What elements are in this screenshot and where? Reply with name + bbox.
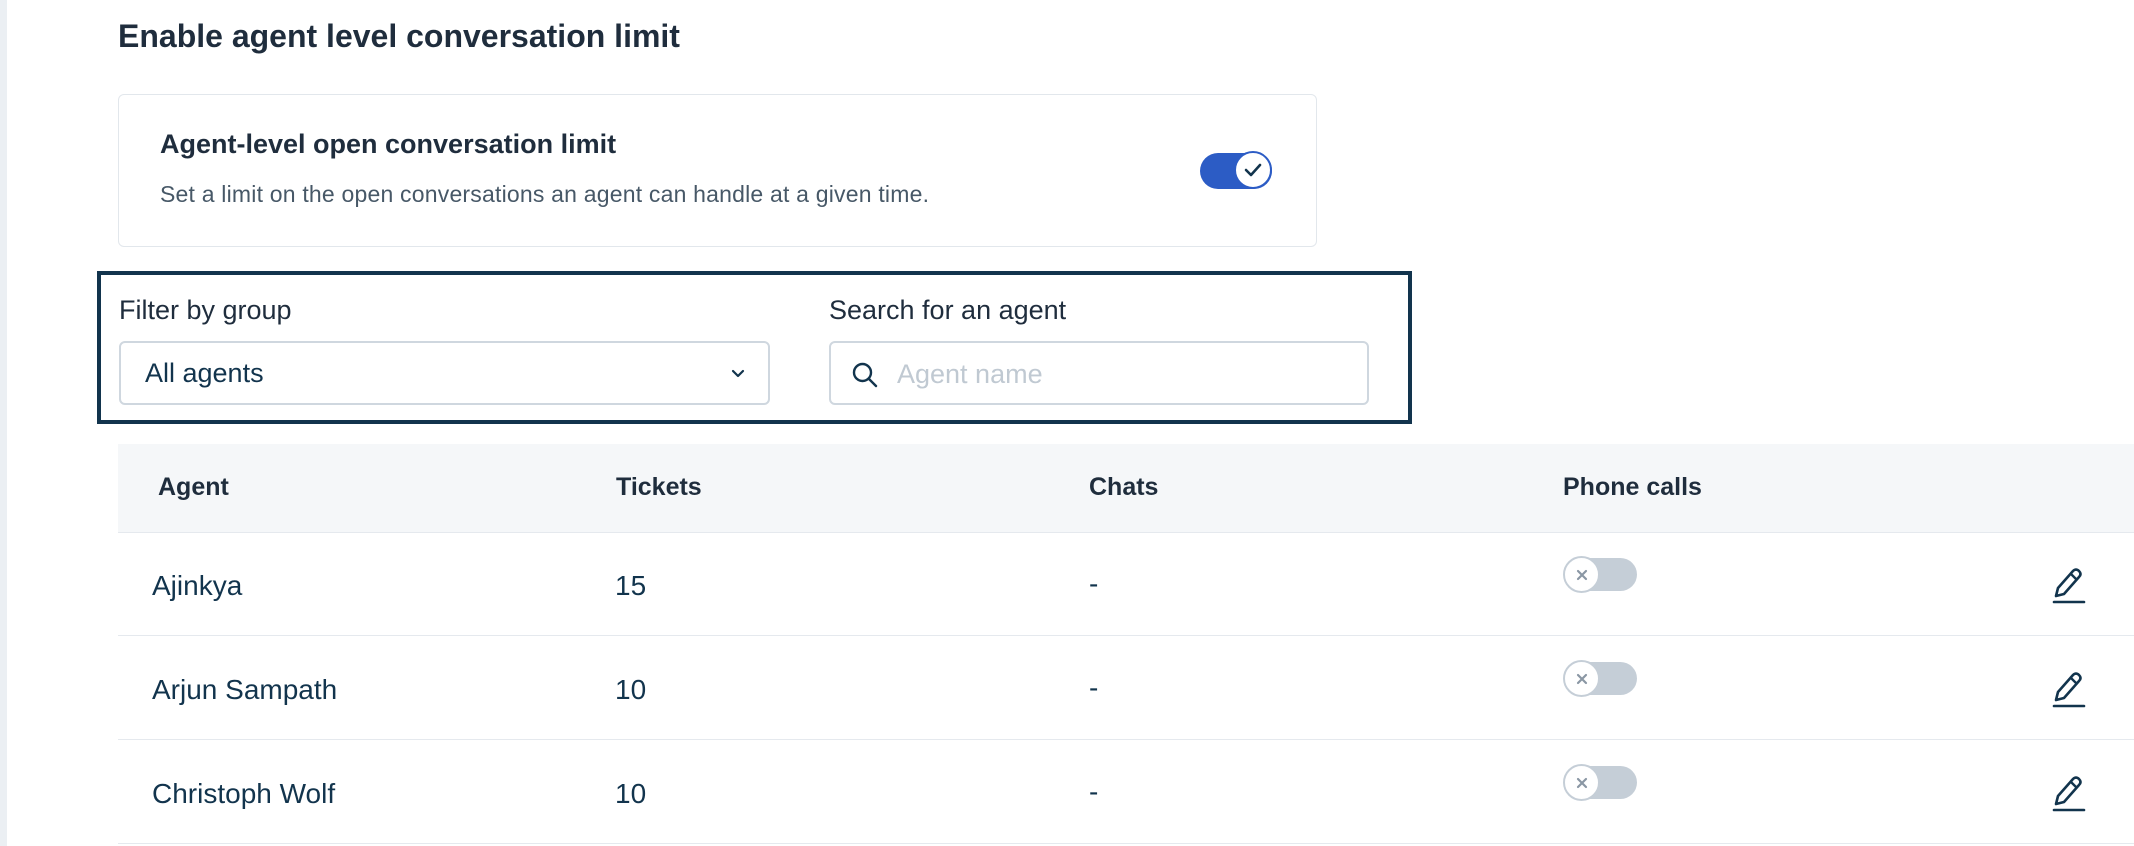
filter-panel: Filter by group All agents Search for an… [97,271,1412,424]
pencil-icon[interactable] [2048,774,2086,814]
chats-limit: - [1089,672,1099,703]
group-select[interactable]: All agents [119,341,770,405]
pencil-icon[interactable] [2048,670,2086,710]
table-row: Christoph Wolf 10 - [118,740,2134,844]
search-agent-label: Search for an agent [829,295,1067,325]
phone-calls-toggle[interactable] [1563,556,1637,593]
toggle-knob [1563,660,1600,697]
filter-by-group-label: Filter by group [119,295,292,325]
table-row: Arjun Sampath 10 - [118,636,2134,740]
conversation-limit-toggle[interactable] [1200,151,1272,189]
agent-name: Arjun Sampath [152,674,338,705]
column-header-phone-calls: Phone calls [1563,473,1702,501]
tickets-limit: 10 [615,778,647,809]
toggle-knob [1563,556,1600,593]
tickets-limit: 10 [615,674,647,705]
chats-limit: - [1089,776,1099,807]
chats-limit: - [1089,568,1099,599]
column-header-tickets: Tickets [616,473,702,501]
section-title: Enable agent level conversation limit [118,18,680,54]
table-row: Ajinkya 15 - [118,532,2134,636]
agent-search-box[interactable] [829,341,1369,405]
x-icon [1576,673,1587,684]
card-title: Agent-level open conversation limit [160,129,617,159]
agent-name: Christoph Wolf [152,778,336,809]
column-header-chats: Chats [1089,473,1159,501]
agent-name: Ajinkya [152,570,243,601]
column-header-agent: Agent [158,473,229,501]
phone-calls-toggle[interactable] [1563,764,1637,801]
toggle-knob [1234,151,1272,189]
pencil-icon[interactable] [2048,566,2086,606]
tickets-limit: 15 [615,570,647,601]
search-icon [852,362,878,388]
x-icon [1576,777,1587,788]
toggle-knob [1563,764,1600,801]
chevron-down-icon [731,369,745,378]
left-edge-border [0,0,7,846]
x-icon [1576,569,1587,580]
group-select-value: All agents [145,358,264,388]
phone-calls-toggle[interactable] [1563,660,1637,697]
card-description: Set a limit on the open conversations an… [160,181,930,207]
check-icon [1244,163,1262,177]
table-header: Agent Tickets Chats Phone calls [118,444,2134,533]
conversation-limit-card: Agent-level open conversation limit Set … [118,94,1317,247]
agent-search-input[interactable] [895,351,1349,397]
